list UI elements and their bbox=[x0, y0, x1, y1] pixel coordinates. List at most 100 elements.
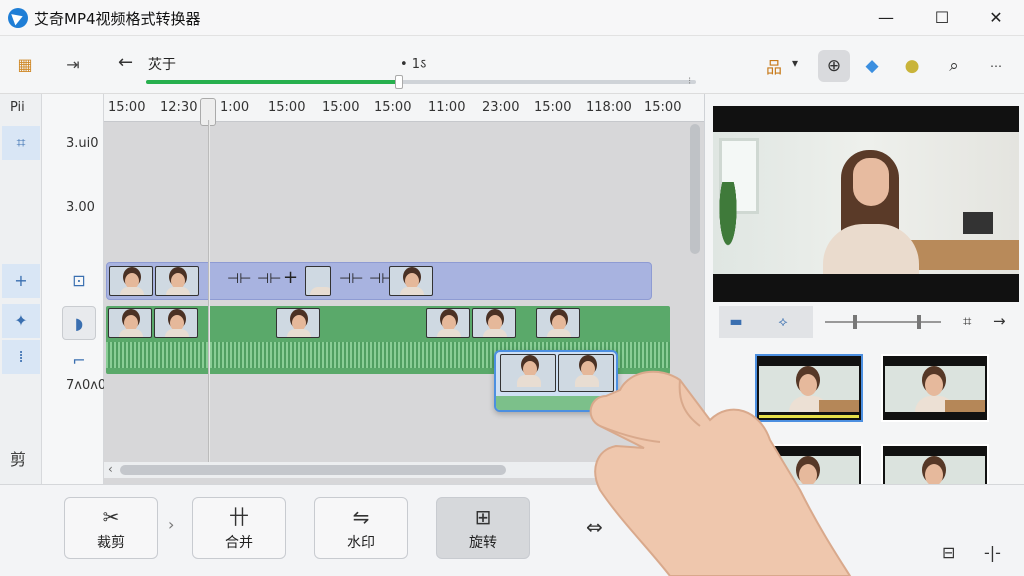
swap-icon[interactable]: ⇔ bbox=[586, 515, 603, 539]
clip-thumbnail[interactable] bbox=[155, 266, 199, 296]
clip-thumbnail bbox=[500, 354, 556, 392]
trim-tool-icon[interactable]: ⇥ bbox=[60, 52, 86, 78]
timeline[interactable]: 15:00 12:30 1:00 15:00 15:00 15:00 11:00… bbox=[104, 94, 704, 484]
track-value-2: 3.00 bbox=[66, 200, 95, 215]
audio-track-icon[interactable]: ⌐ bbox=[62, 344, 96, 378]
clip-thumbnail[interactable] bbox=[305, 266, 331, 296]
thumbnail-gallery bbox=[705, 346, 1024, 512]
gallery-thumbnail[interactable] bbox=[881, 354, 989, 422]
ruler-tick: 15:00 bbox=[322, 100, 360, 115]
layout-dropdown-caret[interactable]: ▾ bbox=[792, 56, 798, 70]
clip-marker[interactable]: ⊣⊢ bbox=[339, 271, 363, 287]
ruler-tick: 15:00 bbox=[108, 100, 146, 115]
ruler-tick: 23:00 bbox=[482, 100, 520, 115]
ruler-tick: 1:00 bbox=[220, 100, 250, 115]
breadcrumb: 苂于 bbox=[148, 57, 176, 73]
ruler-tick: 15:00 bbox=[534, 100, 572, 115]
app-title: 艾奇MP4视频格式转换器 bbox=[34, 10, 201, 28]
rail-label: Pii bbox=[10, 100, 25, 115]
ruler-tick: 15:00 bbox=[644, 100, 682, 115]
video-preview[interactable] bbox=[713, 106, 1019, 302]
search-icon[interactable]: ⌕ bbox=[938, 50, 970, 82]
timeline-horizontal-scrollbar[interactable]: ‹ bbox=[104, 462, 704, 478]
video-track[interactable]: ⊣⊢ ⊣⊢ + ⊣⊢ ⊣⊢ bbox=[106, 262, 652, 300]
split-tool-icon[interactable]: + bbox=[2, 264, 40, 298]
crop-tool-icon: ✂ bbox=[102, 505, 120, 529]
ruler-tick: 15:00 bbox=[268, 100, 306, 115]
clip-thumbnail[interactable] bbox=[108, 308, 152, 338]
clip-thumbnail[interactable] bbox=[472, 308, 516, 338]
back-button[interactable]: ← bbox=[118, 52, 133, 73]
play-mode-button[interactable]: ▬ bbox=[719, 306, 753, 338]
slider-knob[interactable] bbox=[917, 315, 921, 329]
merge-label: 合并 bbox=[225, 535, 253, 551]
progress-knob[interactable] bbox=[395, 75, 403, 89]
time-ruler[interactable]: 15:00 12:30 1:00 15:00 15:00 15:00 11:00… bbox=[104, 94, 704, 122]
merge-button[interactable]: 卄 合并 bbox=[192, 497, 286, 559]
rotate-tool-icon: ⊞ bbox=[474, 505, 492, 529]
clip-marker[interactable]: ⊣⊢ bbox=[227, 271, 251, 287]
preview-frame bbox=[713, 132, 1019, 274]
crop-button[interactable]: ✂ 裁剪 bbox=[64, 497, 158, 559]
clip-marker[interactable]: + bbox=[283, 267, 298, 288]
merge-tool-icon: 卄 bbox=[229, 505, 249, 529]
vscroll-thumb[interactable] bbox=[690, 124, 700, 254]
close-button[interactable]: ✕ bbox=[982, 6, 1010, 30]
minimize-button[interactable]: — bbox=[872, 6, 900, 30]
magic-tool-icon[interactable]: ✦ bbox=[2, 304, 40, 338]
watermark-tool-icon: ⇋ bbox=[352, 505, 370, 529]
maximize-button[interactable]: ☐ bbox=[928, 6, 956, 30]
progress-label: • 1ऽ bbox=[400, 57, 427, 72]
title-bar: 艾奇MP4视频格式转换器 — ☐ ✕ bbox=[0, 0, 1024, 36]
preview-panel: ▬ ⟡ ⌗ → bbox=[704, 94, 1024, 512]
crop-icon[interactable]: ⌗ bbox=[963, 312, 971, 330]
effects-icon[interactable]: ◆ bbox=[856, 50, 888, 82]
clip-marker[interactable]: ⊣⊢ bbox=[257, 271, 281, 287]
subtitle-icon[interactable]: ⊟ bbox=[942, 543, 955, 562]
left-rail: Pii ⌗ + ✦ ⁞ 剪 bbox=[0, 94, 42, 484]
bottom-toolbar: ✂ 裁剪 › 卄 合并 ⇋ 水印 ⊞ 旋转 ⇔ ⊟ -|- bbox=[0, 484, 1024, 576]
app-logo-icon bbox=[8, 8, 28, 28]
more-options-icon[interactable]: ⋯ bbox=[980, 50, 1012, 82]
progress-fill bbox=[146, 80, 399, 84]
track-value-3: 7ʌ0ʌ0 bbox=[66, 378, 107, 393]
ruler-tick: 118:00 bbox=[586, 100, 632, 115]
slider-knob[interactable] bbox=[853, 315, 857, 329]
preview-zoom-slider[interactable] bbox=[825, 315, 941, 329]
progress-bar[interactable] bbox=[146, 75, 696, 89]
watermark-button[interactable]: ⇋ 水印 bbox=[314, 497, 408, 559]
scroll-left-icon[interactable]: ‹ bbox=[108, 462, 113, 476]
rotate-button[interactable]: ⊞ 旋转 bbox=[436, 497, 530, 559]
track-value-1: 3.ui0 bbox=[66, 136, 99, 151]
layout-grid-icon[interactable]: 品 bbox=[766, 54, 782, 78]
toolbar: ▦ ⇥ ← 苂于 • 1ऽ ⁝ 品 ▾ ⊕ ◆ ● ⌕ ⋯ bbox=[0, 36, 1024, 94]
chevron-right-icon: › bbox=[168, 515, 175, 534]
clip-thumbnail[interactable] bbox=[389, 266, 433, 296]
clip-thumbnail[interactable] bbox=[536, 308, 580, 338]
split-marker-icon[interactable]: -|- bbox=[984, 543, 1001, 562]
progress-end-icon: ⁝ bbox=[688, 76, 692, 87]
clip-thumbnail[interactable] bbox=[154, 308, 198, 338]
video-track-icon[interactable]: ⊡ bbox=[62, 264, 96, 298]
select-tool-icon[interactable]: ⌗ bbox=[2, 126, 40, 160]
clip-thumbnail[interactable] bbox=[276, 308, 320, 338]
clip-thumbnail[interactable] bbox=[426, 308, 470, 338]
timeline-vertical-scrollbar[interactable] bbox=[688, 124, 702, 264]
cut-label: 剪 bbox=[10, 450, 27, 469]
playhead[interactable] bbox=[208, 120, 210, 478]
dragged-clip[interactable] bbox=[494, 350, 618, 412]
watermark-label: 水印 bbox=[347, 535, 375, 551]
arrow-right-icon[interactable]: → bbox=[993, 312, 1006, 330]
adjust-tool-icon[interactable]: ⁞ bbox=[2, 340, 40, 374]
filter-icon[interactable]: ● bbox=[896, 50, 928, 82]
ruler-tick: 12:30 bbox=[160, 100, 198, 115]
gallery-thumbnail[interactable] bbox=[755, 354, 863, 422]
clip-audio-strip bbox=[496, 396, 616, 410]
mute-toggle-icon[interactable]: ◗ bbox=[62, 306, 96, 340]
export-tool-button[interactable]: ⊕ bbox=[818, 50, 850, 82]
media-library-icon[interactable]: ▦ bbox=[12, 52, 38, 78]
ruler-tick: 11:00 bbox=[428, 100, 466, 115]
hscroll-thumb[interactable] bbox=[120, 465, 506, 475]
clip-thumbnail[interactable] bbox=[109, 266, 153, 296]
compare-button[interactable]: ⟡ bbox=[753, 306, 813, 338]
